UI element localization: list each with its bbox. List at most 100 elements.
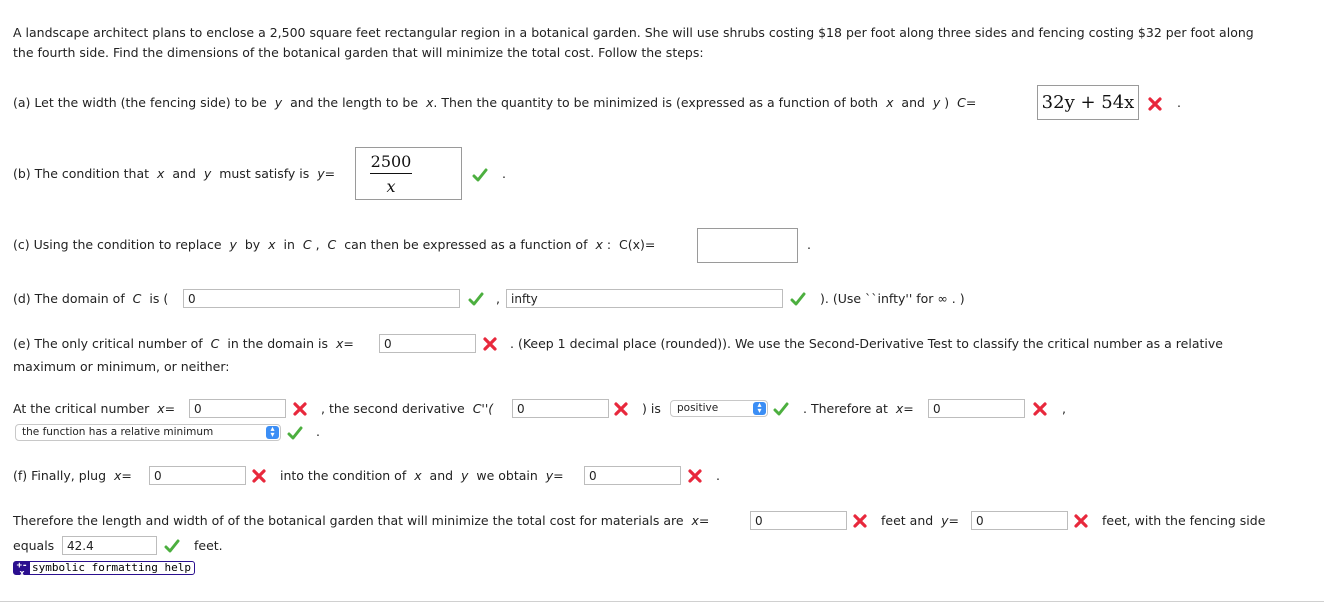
c-double-prime-label: C''( bbox=[472, 401, 494, 416]
sign-select[interactable]: positive ▴ ▾ bbox=[670, 400, 768, 417]
comma: , bbox=[1062, 401, 1066, 416]
final-text: Therefore the length and width of of the… bbox=[13, 513, 684, 528]
correct-check-icon bbox=[790, 292, 806, 306]
symbolic-formatting-help-button[interactable]: +-x symbolic formatting help bbox=[13, 561, 195, 579]
var-c: C bbox=[302, 237, 312, 252]
x-equals-label: x= bbox=[113, 468, 132, 483]
correct-check-icon bbox=[472, 168, 488, 182]
period: . bbox=[807, 237, 811, 252]
domain-lower-input[interactable] bbox=[183, 289, 460, 308]
c-equals-label: C= bbox=[957, 95, 977, 110]
second-derivative-text: , the second derivative C''( bbox=[321, 401, 493, 416]
part-d-text: (d) The domain of bbox=[13, 291, 125, 306]
is-label: ) is bbox=[642, 401, 661, 416]
critical-number-input[interactable] bbox=[379, 334, 476, 353]
fraction-numerator: 2500 bbox=[370, 152, 412, 171]
part-c-text: : bbox=[606, 237, 612, 252]
select-arrows-icon: ▴ ▾ bbox=[266, 425, 279, 439]
incorrect-x-icon bbox=[1033, 402, 1047, 416]
domain-upper-input[interactable] bbox=[506, 289, 783, 308]
problem-text-line-2: the fourth side. Find the dimensions of … bbox=[13, 45, 704, 60]
fencing-side-text: feet, with the fencing side bbox=[1102, 513, 1266, 528]
incorrect-x-icon bbox=[688, 469, 702, 483]
part-b-text: must satisfy is bbox=[219, 166, 310, 181]
part-e-prompt: (e) The only critical number of C in the… bbox=[13, 336, 354, 351]
var-y: y bbox=[932, 95, 941, 110]
var-x: x bbox=[595, 237, 603, 252]
fencing-side-input[interactable] bbox=[62, 536, 157, 555]
period: . bbox=[316, 424, 320, 439]
var-c: C bbox=[327, 237, 337, 252]
problem-text-line-1: A landscape architect plans to enclose a… bbox=[13, 25, 1254, 40]
var-x: x bbox=[268, 237, 276, 252]
final-y-input[interactable] bbox=[971, 511, 1068, 530]
obtain-y-input[interactable] bbox=[584, 466, 681, 485]
final-answer-text: Therefore the length and width of of the… bbox=[13, 513, 709, 528]
final-x-input[interactable] bbox=[750, 511, 847, 530]
feet-label: feet. bbox=[194, 538, 223, 553]
critical-number-row: At the critical number x= bbox=[13, 401, 175, 416]
part-f-text: and bbox=[429, 468, 454, 483]
final-text: feet and bbox=[881, 513, 934, 528]
part-e-text-continued: maximum or minimum, or neither: bbox=[13, 359, 230, 374]
part-c-text: can then be expressed as a function of bbox=[344, 237, 588, 252]
part-e-text: At the critical number bbox=[13, 401, 150, 416]
incorrect-x-icon bbox=[293, 402, 307, 416]
y-equals-label: y= bbox=[941, 513, 960, 528]
part-f-middle-text: into the condition of x and y we obtain … bbox=[280, 468, 564, 483]
math-operators-icon: +-x bbox=[14, 562, 30, 579]
cost-function-answer-box[interactable]: 32y + 54x bbox=[1037, 85, 1139, 120]
part-c-text: (c) Using the condition to replace bbox=[13, 237, 222, 252]
cx-answer-box[interactable] bbox=[697, 228, 798, 263]
therefore-x-input[interactable] bbox=[928, 399, 1025, 418]
part-f-prompt: (f) Finally, plug x= bbox=[13, 468, 132, 483]
part-f-text: into the condition of bbox=[280, 468, 407, 483]
correct-check-icon bbox=[287, 426, 303, 440]
period: . bbox=[1177, 95, 1181, 110]
part-c-text: , bbox=[315, 237, 320, 252]
y-equals-label: y= bbox=[545, 468, 564, 483]
period: . bbox=[716, 468, 720, 483]
feet-and-text: feet and y= bbox=[881, 513, 959, 528]
incorrect-x-icon bbox=[483, 337, 497, 351]
x-equals-label: x= bbox=[895, 401, 914, 416]
x-equals-label: x= bbox=[691, 513, 710, 528]
critical-x-input[interactable] bbox=[189, 399, 286, 418]
part-b-text: and bbox=[172, 166, 196, 181]
correct-check-icon bbox=[164, 539, 180, 553]
bottom-divider bbox=[0, 601, 1324, 602]
x-equals-label: x= bbox=[335, 336, 354, 351]
part-e-text: . Therefore at bbox=[803, 401, 888, 416]
select-arrows-icon: ▴ ▾ bbox=[753, 401, 766, 415]
var-c: C bbox=[210, 336, 220, 351]
incorrect-x-icon bbox=[1148, 97, 1162, 111]
fraction-denominator: x bbox=[386, 177, 396, 196]
var-x: x bbox=[157, 166, 165, 181]
x-equals-label: x= bbox=[157, 401, 176, 416]
var-x: x bbox=[414, 468, 422, 483]
y-equals-label: y= bbox=[317, 166, 336, 181]
fraction-bar bbox=[370, 173, 412, 174]
part-f-text: we obtain bbox=[476, 468, 538, 483]
part-b-prompt: (b) The condition that x and y must sati… bbox=[13, 166, 335, 181]
infty-hint: ). (Use ``infty'' for ∞ . ) bbox=[820, 291, 965, 306]
condition-answer-box[interactable]: 2500 x bbox=[355, 147, 462, 200]
part-b-text: (b) The condition that bbox=[13, 166, 150, 181]
var-c: C bbox=[132, 291, 142, 306]
var-x: x bbox=[886, 95, 894, 110]
plug-x-input[interactable] bbox=[149, 466, 246, 485]
part-c-prompt: (c) Using the condition to replace y by … bbox=[13, 237, 655, 252]
conclusion-select-value: the function has a relative minimum bbox=[22, 426, 214, 438]
part-d-text: is ( bbox=[149, 291, 169, 306]
conclusion-select[interactable]: the function has a relative minimum ▴ ▾ bbox=[15, 424, 281, 441]
correct-check-icon bbox=[773, 402, 789, 416]
var-y: y bbox=[461, 468, 469, 483]
part-a-text: and the length to be bbox=[290, 95, 419, 110]
period: . bbox=[502, 166, 506, 181]
part-e-text: , the second derivative bbox=[321, 401, 465, 416]
part-a-text: and bbox=[901, 95, 925, 110]
incorrect-x-icon bbox=[853, 514, 867, 528]
part-e-text: (e) The only critical number of bbox=[13, 336, 203, 351]
help-button-label: symbolic formatting help bbox=[32, 561, 191, 574]
second-derivative-x-input[interactable] bbox=[512, 399, 609, 418]
